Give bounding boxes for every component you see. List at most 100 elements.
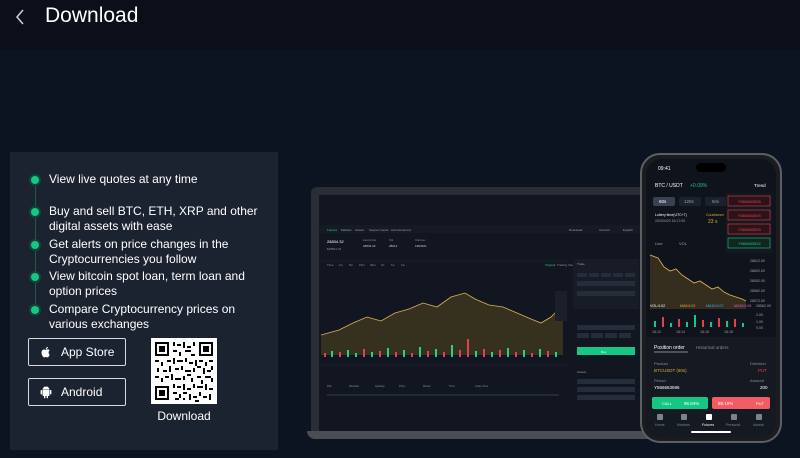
- amount-value: 200: [760, 385, 768, 390]
- web-nav-markets: Markets: [341, 228, 352, 232]
- back-arrow-icon[interactable]: [10, 6, 30, 28]
- ma-indicator: VOL:0.02: [650, 304, 665, 308]
- nav-markets: Markets: [677, 423, 690, 427]
- app-store-button[interactable]: App Store: [28, 338, 126, 366]
- web-table-header: Price: [399, 384, 405, 388]
- feature-text: View live quotes at any time: [49, 172, 198, 186]
- laptop-screen: Futures Markets Assets Support center An…: [319, 195, 643, 433]
- web-timeframe-tab: 5m: [349, 263, 354, 267]
- feature-item: Get alerts on price changes in the Crypt…: [28, 237, 268, 267]
- nav-personal: Personal: [726, 423, 740, 427]
- price-tick: 28602.00: [750, 269, 765, 273]
- qr-label: Download: [157, 409, 211, 423]
- lottery-time: 2023/4/20 16:17:00: [655, 219, 685, 223]
- time-tick: 16:14: [676, 330, 685, 334]
- trading-web-ui: Futures Markets Assets Support center An…: [319, 195, 643, 433]
- line-selector: Line: [655, 241, 663, 246]
- phone-tab-5min: 5mi: [712, 199, 719, 204]
- countdown-value: 23 s: [708, 219, 718, 225]
- ma-indicator: MA30:0.06: [734, 304, 751, 308]
- phone-tab-120s: 120s: [684, 199, 695, 204]
- feature-item: Compare Cryptocurrency prices on various…: [28, 302, 268, 332]
- feature-item: View bitcoin spot loan, term loan and op…: [28, 269, 268, 299]
- alert-list: Y566663595 Y566663594 Y566663593 Y566663…: [726, 193, 772, 253]
- laptop-base: [307, 431, 655, 439]
- web-table-header: Pair: [327, 384, 332, 388]
- qr-code-image: [151, 338, 217, 404]
- web-nav-download: Download: [569, 228, 583, 232]
- ma-indicator: MA10:0.07: [706, 304, 723, 308]
- feature-item: Buy and sell BTC, ETH, XRP and other dig…: [28, 204, 268, 234]
- android-button[interactable]: Android: [28, 378, 126, 406]
- web-stat-value: 28612: [389, 244, 398, 248]
- web-timeframe-tab: 1h: [381, 263, 385, 267]
- product-label: Product: [654, 361, 669, 366]
- time-tick: 16:12: [652, 330, 661, 334]
- feature-text: View bitcoin spot loan, term loan and op…: [49, 269, 245, 298]
- web-nav-futures: Futures: [327, 228, 338, 232]
- qr-code: [151, 338, 217, 404]
- alert-item: Y566663595: [738, 199, 761, 204]
- feature-text: Compare Cryptocurrency prices on various…: [49, 302, 236, 331]
- price-tick: 28582.00: [750, 289, 765, 293]
- price-tick: 28612.00: [750, 259, 765, 263]
- web-nav-support: Support center: [369, 228, 389, 232]
- web-assets-label: Assets: [577, 370, 587, 374]
- ma-indicator: MA5:0.02: [680, 304, 695, 308]
- web-sub-price: $28834.32: [327, 247, 342, 251]
- web-timeframe-tab: 1d: [391, 263, 395, 267]
- vol-tick: 2.00: [756, 313, 763, 317]
- direction-value: PUT: [758, 368, 767, 373]
- web-table-header: Time: [449, 384, 455, 388]
- alert-item: Y566663592: [738, 241, 761, 246]
- laptop-mockup: Futures Markets Assets Support center An…: [307, 187, 655, 439]
- web-buy-label: Buy: [601, 350, 607, 354]
- download-panel: View live quotes at any time Buy and sel…: [10, 152, 278, 450]
- web-stat-label: Last price: [363, 238, 376, 242]
- call-label: CALL: [662, 401, 673, 406]
- web-stat-value: 28834.32: [363, 244, 376, 248]
- amount-label: Amount: [750, 378, 765, 383]
- dynamic-island: [696, 163, 726, 172]
- product-value: BTCUSDT (60s): [654, 368, 687, 373]
- nav-assets: Assets: [753, 423, 764, 427]
- phone-screen: 09:41 BTC / USDT +0.09% Trend 60s 120s 5…: [646, 159, 776, 437]
- phone-mockup: 09:41 BTC / USDT +0.09% Trend 60s 120s 5…: [640, 153, 782, 443]
- direction-label: Direction: [750, 361, 766, 366]
- vol-selector: VOL: [679, 241, 688, 246]
- web-table-header: Result: [423, 384, 431, 388]
- time-tick: 16:18: [724, 330, 733, 334]
- web-price: 28834.32: [327, 239, 344, 244]
- web-table-header: Close Time: [475, 384, 489, 388]
- put-percent: 88.16%: [718, 401, 733, 406]
- web-chart-tab: Trading View: [557, 263, 575, 267]
- web-nav-assets: Assets: [355, 228, 365, 232]
- phone-tab-60s: 60s: [659, 199, 667, 204]
- page-title: Download: [45, 4, 139, 27]
- bullet-dot-icon: [31, 273, 39, 281]
- price-tick: 28592.00: [750, 279, 765, 283]
- bullet-dot-icon: [31, 208, 39, 216]
- tab-historical-orders: Historical orders: [696, 345, 729, 350]
- web-nav-announcement: Announcement: [391, 228, 411, 232]
- web-stat-label: Vol: [389, 238, 394, 242]
- web-nav-language: English: [623, 228, 633, 232]
- phone-pair: BTC / USDT: [655, 183, 683, 189]
- top-bar: Download: [0, 0, 800, 50]
- apple-icon: [41, 346, 50, 358]
- web-chart-tab: Original: [545, 263, 556, 267]
- nav-home: Home: [655, 423, 665, 427]
- countdown-label: Countdown: [706, 213, 724, 217]
- period-label: Period: [654, 378, 666, 383]
- tab-position-order: Position order: [654, 345, 685, 351]
- android-label: Android: [61, 385, 103, 399]
- price-tick: 28562.00: [756, 304, 771, 308]
- web-order-tab: Trade: [577, 262, 585, 266]
- bullet-dot-icon: [31, 176, 39, 184]
- alert-item: Y566663593: [738, 227, 761, 232]
- phone-trend: Trend: [754, 183, 766, 188]
- app-store-label: App Store: [61, 345, 115, 359]
- call-button: [652, 397, 708, 409]
- feature-text: Get alerts on price changes in the Crypt…: [49, 237, 229, 266]
- time-tick: 16:16: [700, 330, 709, 334]
